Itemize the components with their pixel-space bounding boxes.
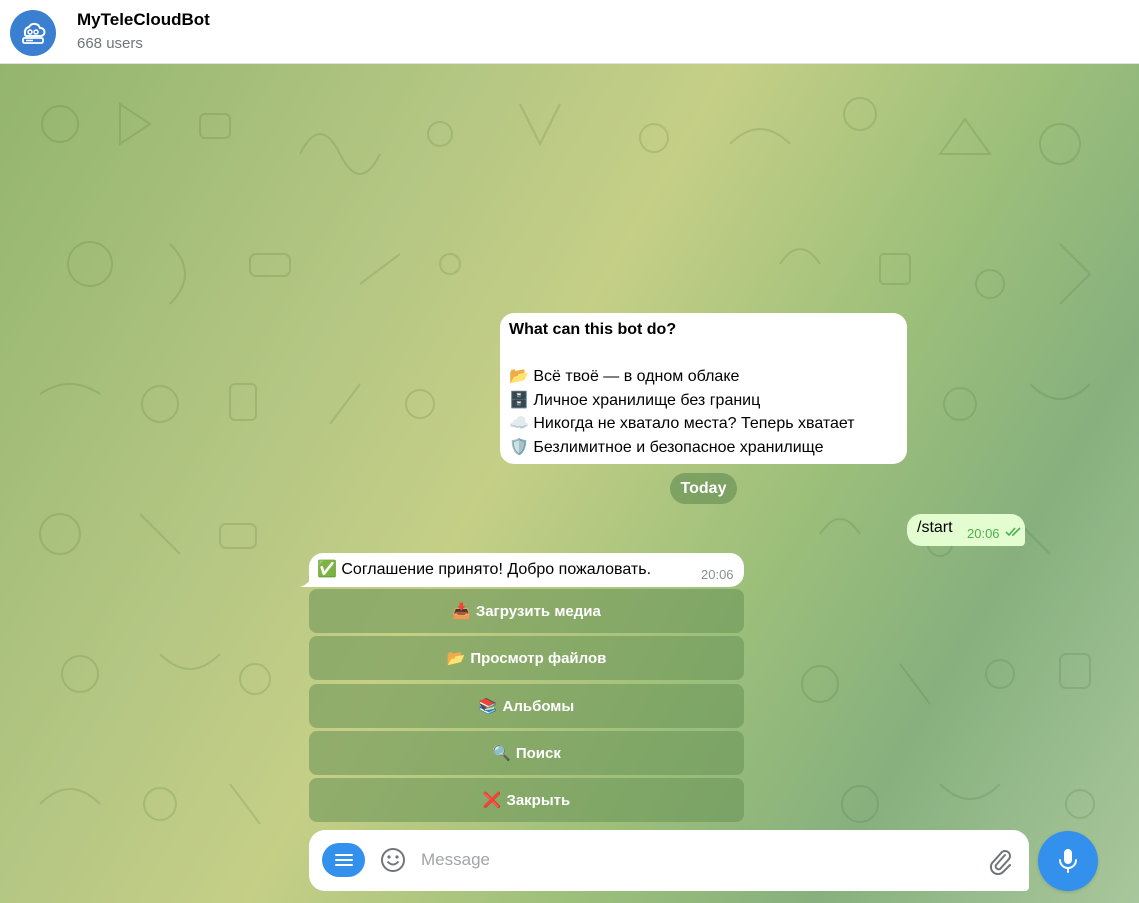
close-button[interactable]: ❌ Закрыть — [309, 778, 744, 822]
chat-header[interactable]: MyTeleCloudBot 668 users — [0, 0, 1139, 64]
message-text: /start — [917, 519, 953, 536]
date-divider: Today — [670, 473, 737, 504]
button-label: Просмотр файлов — [470, 649, 607, 667]
message-time: 20:06 — [701, 567, 734, 582]
smile-icon[interactable] — [380, 847, 406, 873]
paperclip-icon[interactable] — [987, 847, 1013, 875]
double-check-icon — [1005, 527, 1021, 537]
message-input[interactable] — [421, 846, 961, 874]
bot-description-line: 🛡️ Безлимитное и безопасное хранилище — [509, 438, 824, 456]
bot-menu-button[interactable] — [322, 843, 365, 877]
magnifier-icon: 🔍 — [492, 745, 511, 762]
upload-media-button[interactable]: 📥 Загрузить медиа — [309, 589, 744, 633]
microphone-icon — [1059, 849, 1077, 873]
search-button[interactable]: 🔍 Поиск — [309, 731, 744, 775]
inbox-tray-icon: 📥 — [452, 603, 471, 620]
cross-mark-icon: ❌ — [482, 792, 502, 809]
bot-description-line: 🗄️ Личное хранилище без границ — [509, 391, 761, 409]
bot-description-line: ☁️ Никогда не хватало места? Теперь хват… — [509, 415, 855, 432]
cloud-server-icon — [22, 22, 46, 44]
button-label: Поиск — [515, 744, 561, 762]
folder-icon: 📂 — [446, 650, 466, 667]
member-count: 668 users — [77, 35, 143, 52]
button-label: Загрузить медиа — [475, 602, 601, 620]
message-time: 20:06 — [967, 526, 1000, 541]
view-files-button[interactable]: 📂 Просмотр файлов — [309, 636, 744, 680]
bot-description-title: What can this bot do? — [509, 321, 677, 338]
incoming-message[interactable]: ✅ Соглашение принято! Добро пожаловать. … — [309, 553, 744, 587]
menu-icon — [334, 854, 353, 866]
albums-button[interactable]: 📚 Альбомы — [309, 684, 744, 728]
bot-description-line: 📂 Всё твоё — в одном облаке — [509, 368, 740, 385]
button-label: Закрыть — [506, 791, 571, 809]
message-text: ✅ Соглашение принято! Добро пожаловать. — [317, 561, 652, 578]
voice-message-button[interactable] — [1038, 831, 1098, 891]
bot-description-bubble: What can this bot do? 📂 Всё твоё — в одн… — [500, 313, 907, 464]
message-composer — [309, 830, 1029, 891]
button-label: Альбомы — [502, 697, 575, 715]
outgoing-message[interactable]: /start 20:06 — [907, 514, 1025, 546]
chat-title[interactable]: MyTeleCloudBot — [77, 10, 210, 30]
books-icon: 📚 — [478, 698, 498, 715]
bot-avatar[interactable] — [10, 10, 56, 56]
